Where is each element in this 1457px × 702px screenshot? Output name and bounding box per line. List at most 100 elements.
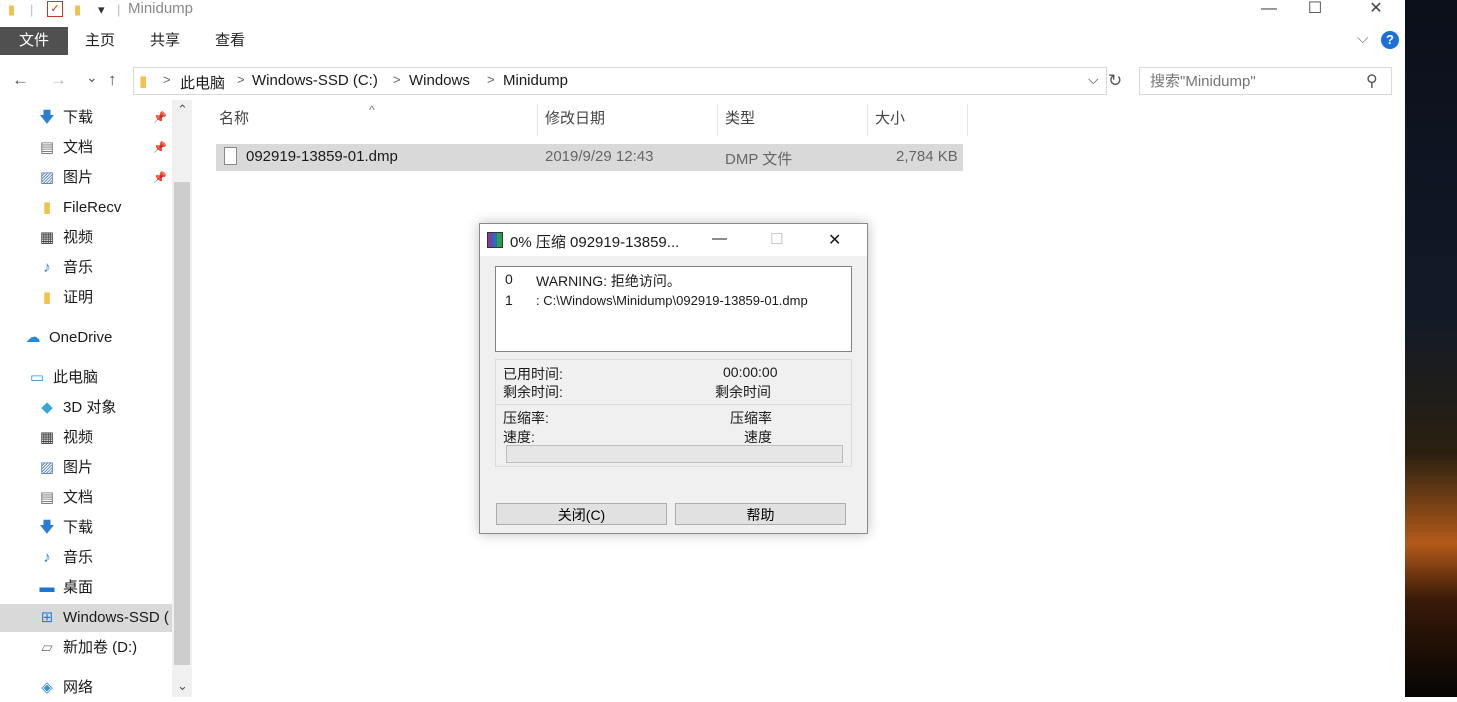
compression-ratio-label: 压缩率: xyxy=(503,410,549,426)
file-row[interactable]: 092919-13859-01.dmp 2019/9/29 12:43 DMP … xyxy=(216,144,963,171)
nav-scrollbar[interactable]: ⌃ ⌄ xyxy=(172,100,192,697)
breadcrumb-separator[interactable]: > xyxy=(163,72,171,87)
tab-file[interactable]: 文件 xyxy=(0,27,68,55)
nav-item-label: 此电脑 xyxy=(53,369,99,386)
nav-item[interactable]: ▨ 图片 📌 xyxy=(0,164,172,192)
windows-drive-icon: ⊞ xyxy=(40,609,54,626)
nav-item-label: 视频 xyxy=(63,429,94,446)
pictures-icon: ▨ xyxy=(39,169,55,186)
tab-view[interactable]: 查看 xyxy=(204,27,256,55)
nav-item-label: Windows-SSD ( xyxy=(63,609,169,626)
nav-item-label: OneDrive xyxy=(49,329,113,346)
nav-item-label: 下载 xyxy=(63,109,94,126)
pin-icon: 📌 xyxy=(153,172,167,184)
title-bar: ▮ | ✓ ▮ ▾ | Minidump — ☐ ✕ xyxy=(0,0,1405,25)
nav-item[interactable]: ☁ OneDrive xyxy=(0,324,172,352)
nav-item[interactable]: ▤ 文档 📌 xyxy=(0,134,172,162)
pictures-icon: ▨ xyxy=(39,459,55,476)
nav-item[interactable]: ▤ 文档 xyxy=(0,484,172,512)
dialog-minimize-button[interactable]: — xyxy=(712,230,727,247)
nav-item[interactable]: ⊞ Windows-SSD ( xyxy=(0,604,172,632)
nav-item-label: 3D 对象 xyxy=(63,399,117,416)
search-box[interactable]: ⚲ xyxy=(1139,67,1392,95)
dialog-title-bar: 0% 压缩 092919-13859... — ☐ ✕ xyxy=(480,224,867,256)
recent-locations-icon[interactable]: ⌄ xyxy=(86,69,98,86)
help-icon[interactable]: ? xyxy=(1381,31,1399,49)
nav-item[interactable]: ◆ 3D 对象 xyxy=(0,394,172,422)
file-icon xyxy=(224,147,237,165)
breadcrumb-windows[interactable]: Windows xyxy=(409,72,470,89)
close-button[interactable]: ✕ xyxy=(1353,0,1399,22)
dialog-close-button[interactable]: ✕ xyxy=(828,230,841,250)
network-icon: ◈ xyxy=(41,679,53,696)
nav-item[interactable]: ▦ 视频 xyxy=(0,424,172,452)
nav-item[interactable]: ▮ 证明 xyxy=(0,284,172,312)
breadcrumb-drive[interactable]: Windows-SSD (C:) xyxy=(252,72,378,89)
tab-home[interactable]: 主页 xyxy=(74,27,126,55)
download-icon: 🡇 xyxy=(39,109,55,126)
nav-item-label: 图片 xyxy=(63,169,94,186)
nav-item[interactable]: ▨ 图片 xyxy=(0,454,172,482)
dialog-maximize-button[interactable]: ☐ xyxy=(770,230,783,248)
expand-ribbon-icon[interactable]: ⌵ xyxy=(1357,30,1368,47)
nav-item[interactable]: ▱ 新加卷 (D:) xyxy=(0,634,172,662)
onedrive-icon: ☁ xyxy=(25,329,41,346)
scroll-down-icon[interactable]: ⌄ xyxy=(177,678,188,694)
column-header-modified[interactable]: 修改日期 xyxy=(538,104,718,136)
music-icon: ♪ xyxy=(43,549,51,566)
file-modified: 2019/9/29 12:43 xyxy=(545,148,654,165)
log-number: 0 xyxy=(505,271,513,287)
elapsed-time-label: 已用时间: xyxy=(503,366,563,382)
close-dialog-button[interactable]: 关闭(C) xyxy=(496,503,667,525)
nav-item[interactable]: ▮ FileRecv xyxy=(0,194,172,222)
folder-icon: ▮ xyxy=(42,199,52,216)
nav-item[interactable]: ▭ 此电脑 xyxy=(0,364,172,392)
minimize-button[interactable]: — xyxy=(1246,0,1292,22)
message-log[interactable]: 0 WARNING: 拒绝访问。 1 : C:\Windows\Minidump… xyxy=(495,266,852,352)
separator-icon: | xyxy=(30,2,34,17)
column-header-name[interactable]: 名称 ^ xyxy=(212,103,538,136)
column-header-label: 名称 xyxy=(219,110,250,127)
drive-icon: ▱ xyxy=(41,639,53,656)
column-header-type[interactable]: 类型 xyxy=(718,104,868,136)
navigation-pane: 🡇 下载 📌 ▤ 文档 📌 ▨ 图片 📌 ▮ FileRecv ▦ 视频 ♪ 音乐 ▮ 证明 ☁ OneDrive ▭… xyxy=(0,100,172,697)
properties-icon[interactable]: ✓ xyxy=(47,1,63,17)
folder-icon: ▮ xyxy=(139,73,148,90)
nav-item[interactable]: 🡇 下载 📌 xyxy=(0,104,172,132)
help-button[interactable]: 帮助 xyxy=(675,503,846,525)
breadcrumb-this-pc[interactable]: 此电脑 xyxy=(180,72,225,93)
window-title: Minidump xyxy=(128,0,194,17)
nav-item-label: 图片 xyxy=(63,459,94,476)
breadcrumb-minidump[interactable]: Minidump xyxy=(503,72,568,89)
quick-access-dropdown-icon[interactable]: ▾ xyxy=(98,2,105,18)
address-bar[interactable]: ▮ > 此电脑 > Windows-SSD (C:) > Windows > M… xyxy=(133,67,1107,95)
nav-item[interactable]: 🡇 下载 xyxy=(0,514,172,542)
maximize-button[interactable]: ☐ xyxy=(1292,0,1338,22)
file-type: DMP 文件 xyxy=(725,151,793,168)
nav-item[interactable]: ▦ 视频 xyxy=(0,224,172,252)
nav-item[interactable]: ♪ 音乐 xyxy=(0,544,172,572)
nav-item[interactable]: ▬ 桌面 xyxy=(0,574,172,602)
breadcrumb-separator[interactable]: > xyxy=(487,72,495,87)
search-icon[interactable]: ⚲ xyxy=(1366,71,1378,91)
column-header-size[interactable]: 大小 xyxy=(868,104,968,136)
elapsed-time-value: 00:00:00 xyxy=(723,364,778,380)
separator-icon: | xyxy=(117,2,121,17)
up-icon[interactable]: ↑ xyxy=(108,70,117,90)
3d-objects-icon: ◆ xyxy=(41,399,53,416)
tab-share[interactable]: 共享 xyxy=(139,27,191,55)
forward-icon[interactable]: → xyxy=(50,70,67,90)
back-icon[interactable]: ← xyxy=(12,70,29,90)
nav-item[interactable]: ◈ 网络 xyxy=(0,674,172,702)
folder-icon: ▮ xyxy=(42,289,52,306)
new-folder-icon[interactable]: ▮ xyxy=(74,2,81,18)
breadcrumb-separator[interactable]: > xyxy=(237,72,245,87)
refresh-icon[interactable]: ↻ xyxy=(1108,71,1122,91)
nav-item-label: FileRecv xyxy=(63,199,122,216)
search-input[interactable] xyxy=(1148,72,1362,91)
scrollbar-thumb[interactable] xyxy=(174,182,190,665)
nav-item[interactable]: ♪ 音乐 xyxy=(0,254,172,282)
breadcrumb-separator[interactable]: > xyxy=(393,72,401,87)
scroll-up-icon[interactable]: ⌃ xyxy=(177,102,188,118)
address-dropdown-icon[interactable]: ⌵ xyxy=(1088,71,1099,88)
